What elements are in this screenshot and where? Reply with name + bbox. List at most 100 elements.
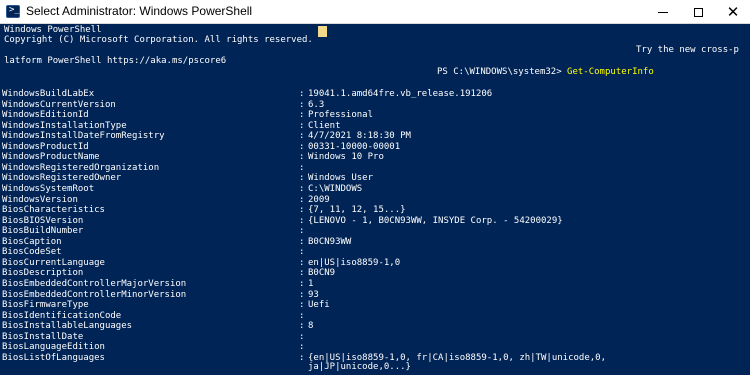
property-row: BiosBIOSVersion: {LENOVO - 1, B0CN93WW, I… xyxy=(0,216,750,226)
property-value: Windows 10 Pro xyxy=(308,152,384,163)
property-value: Client xyxy=(308,120,341,131)
property-value: Windows User xyxy=(308,173,374,184)
property-row: WindowsInstallationType: Client xyxy=(0,121,750,131)
property-row: BiosEmbeddedControllerMajorVersion:1 xyxy=(0,279,750,289)
property-value: 4/7/2021 8:18:30 PM xyxy=(308,131,411,142)
property-separator: : xyxy=(299,342,305,353)
continuation-line: ja|JP|unicode,0...} xyxy=(308,362,411,372)
property-separator: : xyxy=(299,300,305,310)
property-key: BiosEmbeddedControllerMinorVersion xyxy=(2,289,187,300)
property-separator: : xyxy=(299,89,305,99)
property-row: BiosInstallableLanguages:8 xyxy=(0,321,750,331)
console-output[interactable]: Windows PowerShell Copyright (C) Microso… xyxy=(0,24,750,375)
property-value: 93 xyxy=(308,289,319,300)
property-separator: : xyxy=(299,268,305,279)
property-key: BiosCodeSet xyxy=(2,247,62,258)
property-key: WindowsBuildLabEx xyxy=(2,89,95,99)
property-row: BiosCurrentLanguage: en|US|iso8859-1,0 xyxy=(0,258,750,268)
property-value: B0CN93WW xyxy=(308,236,352,247)
property-row: BiosEmbeddedControllerMinorVersion:93 xyxy=(0,290,750,300)
banner-line: latform PowerShell https://aka.ms/pscore… xyxy=(4,56,227,66)
property-row: WindowsProductName: Windows 10 Pro xyxy=(0,152,750,162)
property-key: WindowsProductName xyxy=(2,152,100,163)
property-row: BiosInstallDate: xyxy=(0,332,750,342)
property-separator: : xyxy=(299,321,305,332)
close-button[interactable]: ✕ xyxy=(716,0,750,24)
property-separator: : xyxy=(299,257,305,268)
property-key: WindowsProductId xyxy=(2,141,89,152)
property-row: BiosCharacteristics: {7, 11, 12, 15...} xyxy=(0,205,750,215)
maximize-button[interactable] xyxy=(681,0,715,24)
property-separator: : xyxy=(299,331,305,342)
property-row: BiosCaption: B0CN93WW xyxy=(0,237,750,247)
property-value: B0CN9 xyxy=(308,268,336,279)
banner-line: Copyright (C) Microsoft Corporation. All… xyxy=(4,35,313,45)
window-title: Select Administrator: Windows PowerShell xyxy=(26,4,253,18)
close-icon: ✕ xyxy=(726,2,740,21)
banner-line: Try the new cross-p xyxy=(636,45,739,55)
command-text: Get-ComputerInfo xyxy=(567,67,654,77)
property-key: BiosCharacteristics xyxy=(2,205,105,216)
property-row: WindowsSystemRoot: C:\WINDOWS xyxy=(0,184,750,194)
property-separator: : xyxy=(299,226,305,237)
property-row: WindowsInstallDateFromRegistry:4/7/2021 … xyxy=(0,131,750,141)
property-key: BiosInstallDate xyxy=(2,331,84,342)
property-row: BiosIdentificationCode: xyxy=(0,311,750,321)
property-value: C:\WINDOWS xyxy=(308,183,363,194)
property-value: 19041.1.amd64fre.vb_release.191206 xyxy=(308,89,493,99)
property-separator: : xyxy=(299,183,305,194)
property-separator: : xyxy=(299,99,305,110)
property-separator: : xyxy=(299,110,305,121)
property-value: {LENOVO - 1, B0CN93WW, INSYDE Corp. - 54… xyxy=(308,215,563,226)
property-value: 8 xyxy=(308,321,314,332)
title-bar[interactable]: >_ Select Administrator: Windows PowerSh… xyxy=(0,0,750,24)
property-row: BiosBuildNumber: xyxy=(0,226,750,236)
property-value: 2009 xyxy=(308,194,330,205)
property-value: 1 xyxy=(308,278,314,289)
property-key: BiosInstallableLanguages xyxy=(2,321,133,332)
property-value: 00331-10000-00001 xyxy=(308,141,401,152)
property-separator: : xyxy=(299,289,305,300)
property-key: BiosBuildNumber xyxy=(2,226,84,237)
command-prompt: PS C:\WINDOWS\system32> Get-ComputerInfo xyxy=(437,67,654,77)
property-row: BiosFirmwareType: Uefi xyxy=(0,300,750,310)
property-key: WindowsInstallDateFromRegistry xyxy=(2,131,165,142)
property-value: en|US|iso8859-1,0 xyxy=(308,257,401,268)
property-row: BiosDescription: B0CN9 xyxy=(0,268,750,278)
property-key: BiosLanguageEdition xyxy=(2,342,105,353)
property-key: BiosFirmwareType xyxy=(2,300,89,310)
property-separator: : xyxy=(299,215,305,226)
property-key: WindowsVersion xyxy=(2,194,78,205)
property-separator: : xyxy=(299,247,305,258)
powershell-icon: >_ xyxy=(6,5,20,18)
property-value: {7, 11, 12, 15...} xyxy=(308,205,406,216)
property-key: BiosCurrentLanguage xyxy=(2,257,105,268)
text-cursor xyxy=(318,26,327,37)
property-row: BiosLanguageEdition: xyxy=(0,342,750,352)
property-key: WindowsEditionId xyxy=(2,110,89,121)
property-row: WindowsRegisteredOrganization: xyxy=(0,163,750,173)
property-key: BiosEmbeddedControllerMajorVersion xyxy=(2,278,187,289)
banner-line: Windows PowerShell xyxy=(4,25,102,35)
property-row: BiosCodeSet: xyxy=(0,247,750,257)
property-separator: : xyxy=(299,152,305,163)
property-value: Professional xyxy=(308,110,374,121)
property-key: WindowsRegisteredOrganization xyxy=(2,162,160,173)
property-row: WindowsRegisteredOwner: Windows User xyxy=(0,173,750,183)
property-separator: : xyxy=(299,194,305,205)
property-separator: : xyxy=(299,278,305,289)
property-row: WindowsEditionId: Professional xyxy=(0,110,750,120)
property-key: WindowsInstallationType xyxy=(2,120,127,131)
property-value: 6.3 xyxy=(308,99,325,110)
property-key: WindowsCurrentVersion xyxy=(2,99,116,110)
minimize-button[interactable] xyxy=(646,0,680,24)
property-row: WindowsBuildLabEx:19041.1.amd64fre.vb_re… xyxy=(0,89,750,99)
property-separator: : xyxy=(299,120,305,131)
property-value: Uefi xyxy=(308,300,330,310)
property-separator: : xyxy=(299,173,305,184)
property-key: BiosCaption xyxy=(2,236,62,247)
property-key: WindowsSystemRoot xyxy=(2,183,95,194)
property-separator: : xyxy=(299,131,305,142)
property-row: WindowsCurrentVersion:6.3 xyxy=(0,100,750,110)
prompt-path: PS C:\WINDOWS\system32> xyxy=(437,67,562,77)
